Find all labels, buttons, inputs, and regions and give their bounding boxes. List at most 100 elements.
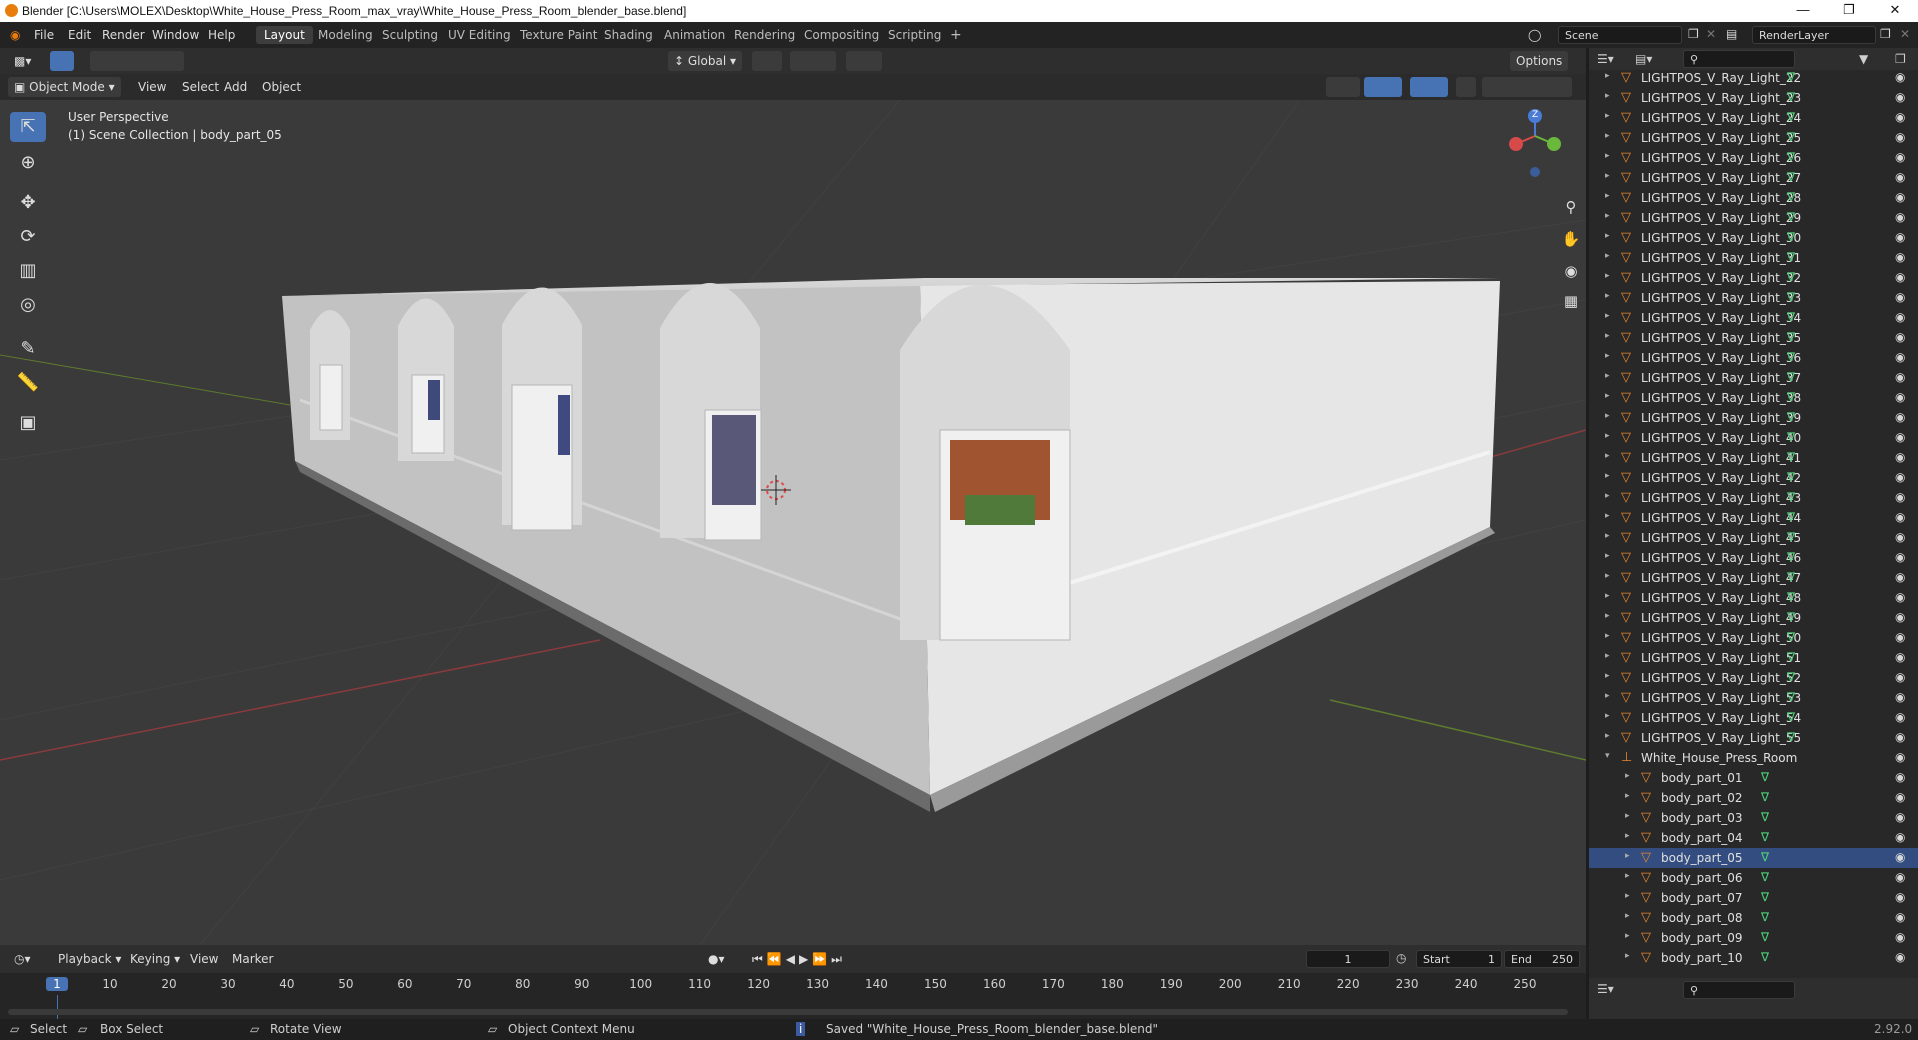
snap-toggle[interactable] (790, 51, 836, 71)
expand-arrow-icon[interactable]: ▸ (1605, 591, 1610, 601)
mesh-data-icon[interactable]: ∇ (1787, 210, 1795, 224)
mesh-data-icon[interactable]: ∇ (1787, 510, 1795, 524)
mesh-data-icon[interactable]: ∇ (1787, 570, 1795, 584)
playback-dropdown[interactable]: Playback ▾ (52, 949, 127, 969)
visibility-eye-icon[interactable]: ◉ (1895, 770, 1905, 784)
display-mode-icon[interactable]: ▤▾ (1635, 52, 1652, 66)
expand-arrow-icon[interactable]: ▸ (1625, 791, 1630, 801)
outliner-item-light[interactable]: ▸ ▽ LIGHTPOS_V_Ray_Light_24 ∇ ◉ (1589, 108, 1918, 128)
mesh-data-icon[interactable]: ∇ (1761, 830, 1769, 844)
visibility-eye-icon[interactable]: ◉ (1895, 90, 1905, 104)
tab-scripting[interactable]: Scripting (880, 26, 949, 44)
outliner-item-light[interactable]: ▸ ▽ LIGHTPOS_V_Ray_Light_38 ∇ ◉ (1589, 388, 1918, 408)
expand-arrow-icon[interactable]: ▸ (1605, 551, 1610, 561)
keying-dropdown[interactable]: Keying ▾ (124, 949, 186, 969)
visibility-eye-icon[interactable]: ◉ (1895, 790, 1905, 804)
outliner-item-light[interactable]: ▸ ▽ LIGHTPOS_V_Ray_Light_28 ∇ ◉ (1589, 188, 1918, 208)
mesh-data-icon[interactable]: ∇ (1787, 270, 1795, 284)
outliner-item-body-part[interactable]: ▸ ▽ body_part_02 ∇ ◉ (1589, 788, 1918, 808)
visibility-eye-icon[interactable]: ◉ (1895, 290, 1905, 304)
expand-arrow-icon[interactable]: ▸ (1605, 191, 1610, 201)
viewport-menu-add[interactable]: Add (218, 77, 253, 97)
timeline-menu-view[interactable]: View (184, 949, 224, 969)
outliner-item-light[interactable]: ▸ ▽ LIGHTPOS_V_Ray_Light_47 ∇ ◉ (1589, 568, 1918, 588)
visibility-eye-icon[interactable]: ◉ (1895, 850, 1905, 864)
outliner-item-body-part[interactable]: ▸ ▽ body_part_04 ∇ ◉ (1589, 828, 1918, 848)
transform-tool-icon[interactable]: ◎ (10, 290, 46, 320)
outliner-item-light[interactable]: ▸ ▽ LIGHTPOS_V_Ray_Light_52 ∇ ◉ (1589, 668, 1918, 688)
outliner-item-body-part[interactable]: ▸ ▽ body_part_06 ∇ ◉ (1589, 868, 1918, 888)
visibility-eye-icon[interactable]: ◉ (1895, 590, 1905, 604)
visibility-eye-icon[interactable]: ◉ (1895, 730, 1905, 744)
visibility-dropdown[interactable] (1326, 77, 1360, 97)
close-button[interactable]: ✕ (1872, 0, 1918, 22)
outliner-item-light[interactable]: ▸ ▽ LIGHTPOS_V_Ray_Light_55 ∇ ◉ (1589, 728, 1918, 748)
editor-type-icon[interactable]: ▩▾ (8, 51, 37, 71)
scale-tool-icon[interactable]: ▥ (10, 256, 46, 286)
mesh-data-icon[interactable]: ∇ (1787, 690, 1795, 704)
expand-arrow-icon[interactable]: ▸ (1605, 531, 1610, 541)
mesh-data-icon[interactable]: ∇ (1787, 230, 1795, 244)
expand-arrow-icon[interactable]: ▸ (1605, 291, 1610, 301)
mesh-data-icon[interactable]: ∇ (1761, 950, 1769, 964)
properties-search-input[interactable]: ⚲ (1683, 981, 1795, 999)
visibility-eye-icon[interactable]: ◉ (1895, 870, 1905, 884)
outliner-editor-icon[interactable]: ☰▾ (1597, 52, 1614, 66)
outliner-item-body-part[interactable]: ▸ ▽ body_part_07 ∇ ◉ (1589, 888, 1918, 908)
mesh-data-icon[interactable]: ∇ (1787, 90, 1795, 104)
annotate-tool-icon[interactable]: ✎ (10, 334, 46, 364)
tab-texture-paint[interactable]: Texture Paint (512, 26, 605, 44)
view-layer-icon[interactable]: ▤ (1726, 27, 1737, 41)
start-frame-field[interactable]: Start 1 (1416, 950, 1502, 968)
timeline-editor-icon[interactable]: ◷▾ (8, 949, 37, 969)
visibility-eye-icon[interactable]: ◉ (1895, 250, 1905, 264)
tab-sculpting[interactable]: Sculpting (374, 26, 446, 44)
mesh-data-icon[interactable]: ∇ (1761, 930, 1769, 944)
outliner-item-light[interactable]: ▸ ▽ LIGHTPOS_V_Ray_Light_42 ∇ ◉ (1589, 468, 1918, 488)
options-dropdown[interactable]: Options (1510, 51, 1569, 71)
outliner-item-light[interactable]: ▸ ▽ LIGHTPOS_V_Ray_Light_53 ∇ ◉ (1589, 688, 1918, 708)
new-collection-icon[interactable]: ❐ (1895, 52, 1906, 66)
expand-arrow-icon[interactable]: ▸ (1605, 331, 1610, 341)
scene-icon[interactable]: ◯ (1528, 28, 1541, 42)
add-workspace-icon[interactable]: + (942, 26, 970, 44)
outliner-item-light[interactable]: ▸ ▽ LIGHTPOS_V_Ray_Light_22 ∇ ◉ (1589, 68, 1918, 88)
menu-file[interactable]: File (34, 28, 54, 42)
expand-arrow-icon[interactable]: ▸ (1605, 631, 1610, 641)
visibility-eye-icon[interactable]: ◉ (1895, 270, 1905, 284)
mesh-data-icon[interactable]: ∇ (1787, 730, 1795, 744)
outliner-item-light[interactable]: ▸ ▽ LIGHTPOS_V_Ray_Light_23 ∇ ◉ (1589, 88, 1918, 108)
expand-arrow-icon[interactable]: ▸ (1625, 851, 1630, 861)
outliner-item-body-part[interactable]: ▸ ▽ body_part_08 ∇ ◉ (1589, 908, 1918, 928)
outliner-item-light[interactable]: ▸ ▽ LIGHTPOS_V_Ray_Light_36 ∇ ◉ (1589, 348, 1918, 368)
expand-arrow-icon[interactable]: ▸ (1605, 711, 1610, 721)
delete-view-layer-icon[interactable]: ✕ (1900, 27, 1910, 41)
outliner-item-light[interactable]: ▸ ▽ LIGHTPOS_V_Ray_Light_32 ∇ ◉ (1589, 268, 1918, 288)
selection-mode-buttons[interactable] (90, 51, 184, 71)
outliner-collection[interactable]: ▾ ⊥ White_House_Press_Room ◉ (1589, 748, 1918, 768)
visibility-eye-icon[interactable]: ◉ (1895, 190, 1905, 204)
outliner-item-light[interactable]: ▸ ▽ LIGHTPOS_V_Ray_Light_31 ∇ ◉ (1589, 248, 1918, 268)
visibility-eye-icon[interactable]: ◉ (1895, 490, 1905, 504)
expand-arrow-icon[interactable]: ▸ (1605, 471, 1610, 481)
expand-arrow-icon[interactable]: ▸ (1605, 91, 1610, 101)
outliner-item-light[interactable]: ▸ ▽ LIGHTPOS_V_Ray_Light_43 ∇ ◉ (1589, 488, 1918, 508)
visibility-eye-icon[interactable]: ◉ (1895, 130, 1905, 144)
select-box-tool-icon[interactable]: ⇱ (10, 112, 46, 142)
collapse-arrow-icon[interactable]: ▾ (1605, 751, 1610, 761)
mesh-data-icon[interactable]: ∇ (1787, 290, 1795, 304)
expand-arrow-icon[interactable]: ▸ (1625, 811, 1630, 821)
mesh-data-icon[interactable]: ∇ (1787, 350, 1795, 364)
mesh-data-icon[interactable]: ∇ (1787, 190, 1795, 204)
tab-modeling[interactable]: Modeling (310, 26, 381, 44)
expand-arrow-icon[interactable]: ▸ (1625, 891, 1630, 901)
current-frame-field[interactable]: 1 (1306, 950, 1390, 968)
visibility-eye-icon[interactable]: ◉ (1895, 630, 1905, 644)
visibility-eye-icon[interactable]: ◉ (1895, 650, 1905, 664)
gizmo-toggle[interactable] (1364, 77, 1402, 97)
xray-toggle[interactable] (1456, 77, 1476, 97)
tab-uv-editing[interactable]: UV Editing (440, 26, 519, 44)
outliner-item-light[interactable]: ▸ ▽ LIGHTPOS_V_Ray_Light_46 ∇ ◉ (1589, 548, 1918, 568)
outliner-item-light[interactable]: ▸ ▽ LIGHTPOS_V_Ray_Light_35 ∇ ◉ (1589, 328, 1918, 348)
mesh-data-icon[interactable]: ∇ (1787, 150, 1795, 164)
